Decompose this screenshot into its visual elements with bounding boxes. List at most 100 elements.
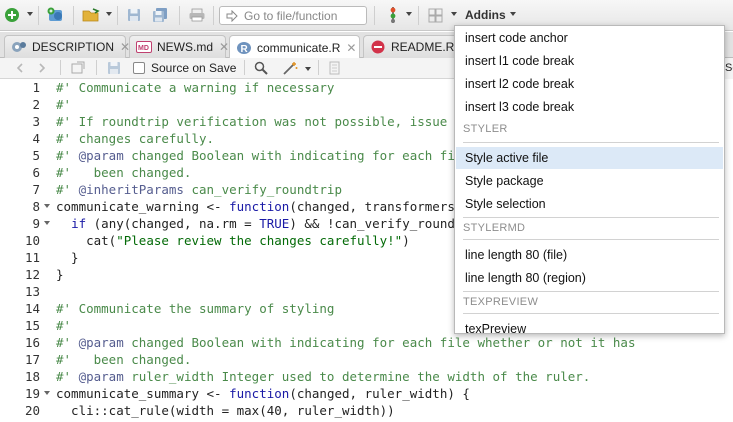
addins-dropdown-menu: insert code anchor insert l1 code break in… [454,25,725,336]
vcs-chevron-down-icon[interactable] [406,12,412,16]
forward-arrow-icon[interactable] [34,59,48,77]
tab-communicate-r[interactable]: R communicate.R ✕ [229,35,360,59]
addins-chevron-down-icon[interactable] [510,12,516,16]
code-token: } [56,267,64,282]
menu-separator [463,313,719,314]
line-number: 4 [32,131,40,146]
workspace-panes-icon[interactable] [426,6,444,24]
go-to-arrow-icon [226,9,238,22]
menu-item[interactable]: line length 80 (file) [456,244,723,266]
code-token: #' If roundtrip verification was not pos… [56,114,478,129]
code-text: #' Communicate the summary of styling [56,300,334,317]
checkbox-box[interactable] [133,62,145,74]
code-token: cli::cat_rule(width = max(40, ruler_widt… [56,403,395,418]
open-recent-chevron-down-icon[interactable] [106,12,112,16]
menu-separator [463,291,719,292]
description-file-icon [11,40,27,54]
code-tools-wand-icon[interactable] [281,59,299,77]
menu-item[interactable]: texPreview [456,318,723,340]
source-button-partial[interactable]: Sc [725,58,733,79]
compile-report-icon[interactable] [328,59,342,77]
fold-chevron-icon[interactable] [44,391,50,395]
source-button-partial-label: Sc [725,62,733,74]
menu-item[interactable]: line length 80 (region) [456,267,723,289]
code-text: cli::cat_rule(width = max(40, ruler_widt… [56,402,395,419]
new-project-icon[interactable] [45,6,67,24]
code-line[interactable]: 18 #' @param ruler_width Integer used to … [0,368,733,385]
tab-readme-rmd[interactable]: README.Rm [363,35,464,58]
new-file-chevron-down-icon[interactable] [27,12,33,16]
code-text: #' changes carefully. [56,130,214,147]
editor-save-icon[interactable] [106,59,122,77]
panes-chevron-down-icon[interactable] [451,12,457,16]
rmarkdown-file-icon [370,40,386,54]
git-vcs-icon[interactable] [384,6,402,24]
menu-item[interactable]: Style selection [456,193,723,215]
code-token: #' been changed. [56,352,192,367]
menu-item[interactable]: insert l2 code break [456,73,723,95]
code-text: communicate_warning <- function(changed,… [56,198,462,215]
r-file-icon: R [236,41,252,55]
new-file-icon[interactable] [3,6,20,24]
code-text: #' @param ruler_width Integer used to de… [56,368,590,385]
code-text: #' [56,317,71,334]
toolbar-divider [318,60,319,75]
search-icon[interactable] [253,59,269,77]
code-token: #' [56,148,79,163]
print-icon[interactable] [186,6,208,24]
code-token: function [229,386,290,401]
line-number: 10 [24,233,40,248]
markdown-file-icon: MD [136,40,152,54]
toolbar-divider [179,6,180,25]
code-token: if [71,216,87,231]
fold-chevron-icon[interactable] [44,221,50,225]
tab-label: DESCRIPTION [32,40,115,54]
line-number: 8 [32,199,40,214]
line-number: 9 [32,216,40,231]
close-tab-icon[interactable]: ✕ [346,41,356,55]
back-arrow-icon[interactable] [14,59,28,77]
menu-item[interactable]: insert code anchor [456,27,723,49]
close-tab-icon[interactable]: ✕ [219,40,229,54]
code-token: #' [56,369,79,384]
tab-description[interactable]: DESCRIPTION ✕ [4,35,130,58]
menu-section-header: TEXPREVIEW [463,296,539,308]
code-token: #' Communicate the summary of styling [56,301,335,316]
toolbar-divider [60,60,61,75]
code-text: cat("Please review the changes carefully… [56,232,410,249]
menu-item[interactable]: Style active file [456,147,723,169]
save-icon[interactable] [125,6,143,24]
code-text: communicate_summary <- function(changed,… [56,385,470,402]
open-folder-icon[interactable] [80,6,102,24]
toolbar-divider [38,6,39,25]
menu-separator [463,239,719,240]
source-on-save-checkbox[interactable]: Source on Save [133,61,236,75]
line-number: 15 [24,318,40,333]
toolbar-divider [244,60,245,75]
menu-item[interactable]: insert l1 code break [456,50,723,72]
show-in-window-icon[interactable] [70,59,86,77]
svg-text:R: R [241,44,249,55]
save-all-icon[interactable] [150,6,170,24]
code-text: #' Communicate a warning if necessary [56,79,334,96]
fold-chevron-icon[interactable] [44,204,50,208]
rstudio-window: Go to file/function Addins DESCRIPTION ✕… [0,0,733,422]
line-number: 12 [24,267,40,282]
code-text: #' been changed. [56,351,191,368]
code-text: if (any(changed, na.rm = TRUE) && !can_v… [56,215,470,232]
code-token: @param [78,335,124,350]
code-line[interactable]: 17 #' been changed. [0,351,733,368]
code-token: #' been changed. [56,165,192,180]
tab-news[interactable]: MD NEWS.md ✕ [129,35,229,58]
toolbar-divider [213,6,214,25]
menu-item[interactable]: insert l3 code break [456,96,723,118]
code-token: changed Boolean with indicating for each… [123,148,470,163]
code-line[interactable]: 19 communicate_summary <- function(change… [0,385,733,402]
code-tools-chevron-down-icon[interactable] [305,67,311,71]
addins-menu-button[interactable]: Addins [465,8,506,22]
code-text: #' @inheritParams can_verify_roundtrip [56,181,342,198]
code-line[interactable]: 20 cli::cat_rule(width = max(40, ruler_w… [0,402,733,419]
menu-item[interactable]: Style package [456,170,723,192]
go-to-file-input[interactable]: Go to file/function [219,6,367,25]
code-token: TRUE [259,216,290,231]
